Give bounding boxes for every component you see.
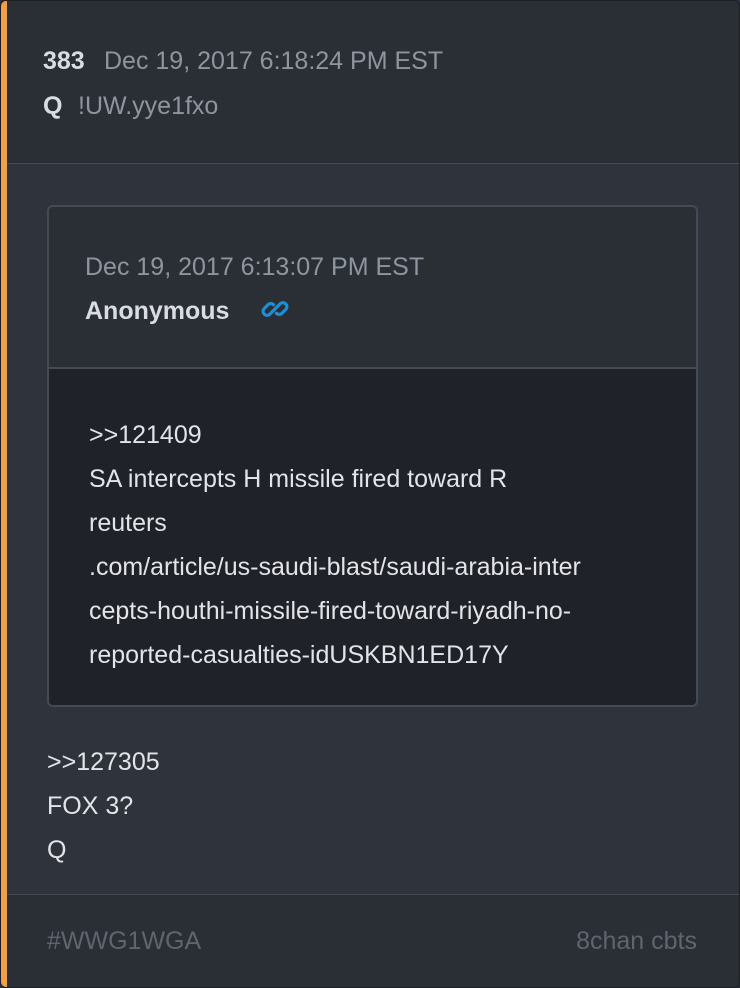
quote-backlink[interactable]: >>121409: [89, 413, 581, 457]
link-icon[interactable]: [259, 293, 291, 325]
post-tripcode: !UW.yye1fxo: [78, 92, 219, 120]
quote-line: SA intercepts H missile fired toward R: [89, 465, 508, 493]
quote-line: reported-casualties-idUSKBN1ED17Y: [89, 641, 509, 669]
quoted-post-header: Dec 19, 2017 6:13:07 PM EST Anonymous: [49, 207, 696, 369]
post-header: 383 Dec 19, 2017 6:18:24 PM EST Q !UW.yy…: [7, 1, 739, 164]
source-label: 8chan cbts: [576, 927, 697, 955]
post-date: Dec 19, 2017 6:18:24 PM EST: [104, 47, 444, 75]
hashtag-link[interactable]: #WWG1WGA: [47, 927, 201, 956]
quote-line: .com/article/us-saudi-blast/saudi-arabia…: [89, 553, 581, 581]
quoted-post-date: Dec 19, 2017 6:13:07 PM EST: [85, 253, 425, 281]
post-author: Q: [43, 92, 63, 120]
reply-signature: Q: [47, 836, 67, 864]
quoted-post: Dec 19, 2017 6:13:07 PM EST Anonymous >>…: [47, 205, 698, 707]
quoted-post-body: >>121409 SA intercepts H missile fired t…: [49, 369, 696, 705]
post-card: 383 Dec 19, 2017 6:18:24 PM EST Q !UW.yy…: [0, 0, 740, 988]
quote-line: reuters: [89, 509, 167, 537]
reply-backlink[interactable]: >>127305: [47, 740, 160, 784]
post-number[interactable]: 383: [43, 47, 85, 76]
quoted-post-text: >>121409 SA intercepts H missile fired t…: [89, 413, 581, 677]
reply-text: >>127305 FOX 3? Q: [47, 740, 160, 872]
post-footer: #WWG1WGA 8chan cbts: [7, 894, 739, 987]
quoted-post-author: Anonymous: [85, 297, 230, 325]
post-body: Dec 19, 2017 6:13:07 PM EST Anonymous >>…: [7, 164, 739, 894]
quote-line: cepts-houthi-missile-fired-toward-riyadh…: [89, 597, 572, 625]
reply-line: FOX 3?: [47, 792, 134, 820]
